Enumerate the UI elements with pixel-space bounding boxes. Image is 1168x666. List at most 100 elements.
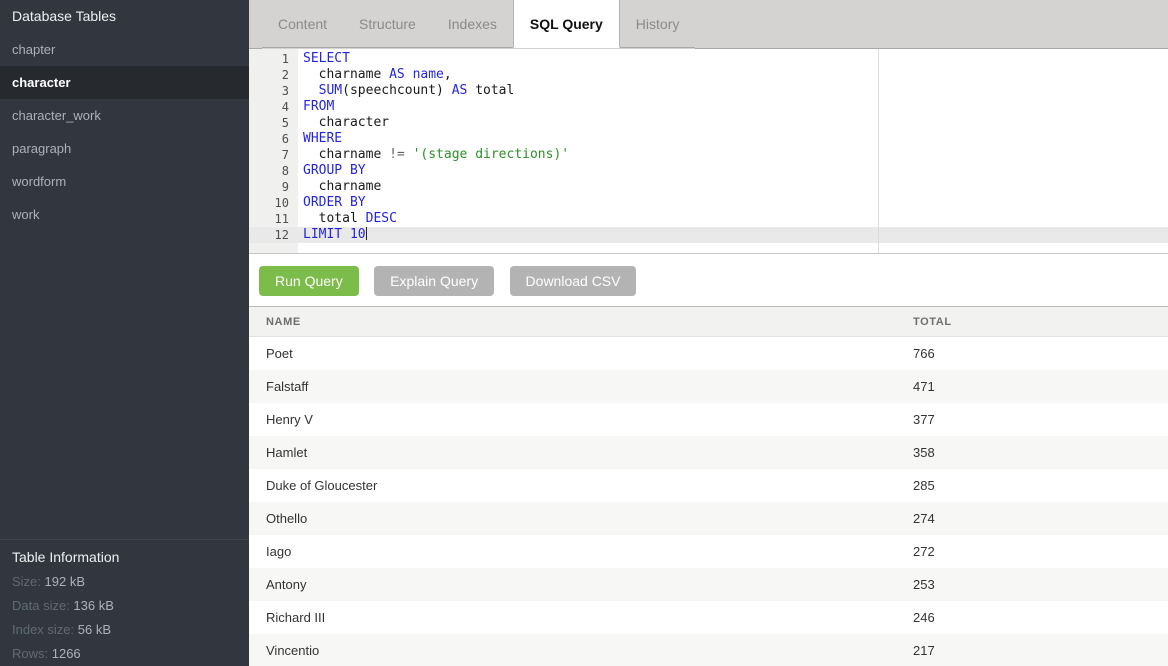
info-label: Index size: [12, 622, 78, 637]
cell-name: Iago [249, 535, 913, 568]
code-line-8: 8GROUP BY [249, 163, 1168, 179]
run-query-button[interactable]: Run Query [259, 266, 359, 296]
results-table-body: Poet766Falstaff471Henry V377Hamlet358Duk… [249, 337, 1168, 666]
tab-sql-query[interactable]: SQL Query [513, 0, 620, 48]
tab-bar: ContentStructureIndexesSQL QueryHistory [249, 0, 1168, 49]
explain-query-button[interactable]: Explain Query [374, 266, 494, 296]
info-label: Rows: [12, 646, 52, 661]
table-row: Duke of Gloucester285 [249, 469, 1168, 502]
code-line-6: 6WHERE [249, 131, 1168, 147]
main-content: ContentStructureIndexesSQL QueryHistory … [249, 0, 1168, 666]
sidebar-item-chapter[interactable]: chapter [0, 33, 249, 66]
info-value: 192 kB [45, 574, 85, 589]
cell-total: 253 [913, 568, 1168, 601]
text-cursor [366, 227, 367, 240]
code-text: character [298, 115, 389, 131]
column-header-name: NAME [249, 307, 913, 337]
cell-total: 217 [913, 634, 1168, 666]
cell-name: Hamlet [249, 436, 913, 469]
line-number: 10 [249, 195, 298, 211]
sidebar-title: Database Tables [0, 0, 249, 33]
line-number: 11 [249, 211, 298, 227]
cell-total: 274 [913, 502, 1168, 535]
line-number: 5 [249, 115, 298, 131]
code-line-7: 7 charname != '(stage directions)' [249, 147, 1168, 163]
table-row: Falstaff471 [249, 370, 1168, 403]
tab-structure[interactable]: Structure [343, 0, 432, 48]
tab-indexes[interactable]: Indexes [432, 0, 513, 48]
code-text: FROM [298, 99, 334, 115]
code-line-2: 2 charname AS name, [249, 67, 1168, 83]
code-line-12: 12LIMIT 10 [249, 227, 1168, 243]
cell-total: 272 [913, 535, 1168, 568]
line-number: 6 [249, 131, 298, 147]
sidebar-item-character_work[interactable]: character_work [0, 99, 249, 132]
tab-history[interactable]: History [620, 0, 696, 48]
code-text: ORDER BY [298, 195, 366, 211]
cell-name: Falstaff [249, 370, 913, 403]
results-header-row: NAMETOTAL [249, 307, 1168, 337]
table-row: Iago272 [249, 535, 1168, 568]
sidebar-item-paragraph[interactable]: paragraph [0, 132, 249, 165]
info-value: 56 kB [78, 622, 111, 637]
line-number: 1 [249, 51, 298, 67]
info-row: Index size: 56 kB [12, 618, 237, 642]
code-line-3: 3 SUM(speechcount) AS total [249, 83, 1168, 99]
cell-name: Antony [249, 568, 913, 601]
cell-name: Vincentio [249, 634, 913, 666]
line-number: 2 [249, 67, 298, 83]
info-row: Size: 192 kB [12, 570, 237, 594]
code-text: SUM(speechcount) AS total [298, 83, 514, 99]
cell-name: Poet [249, 337, 913, 370]
line-number: 12 [249, 227, 298, 243]
info-label: Data size: [12, 598, 73, 613]
info-label: Size: [12, 574, 45, 589]
tab-bar-filler [695, 0, 1168, 49]
table-row: Vincentio217 [249, 634, 1168, 666]
code-text: GROUP BY [298, 163, 366, 179]
editor-divider [878, 49, 879, 253]
code-text: SELECT [298, 51, 350, 67]
code-line-10: 10ORDER BY [249, 195, 1168, 211]
code-line-9: 9 charname [249, 179, 1168, 195]
code-text: charname AS name, [298, 67, 452, 83]
query-actions: Run Query Explain Query Download CSV [249, 254, 1168, 306]
query-results: NAMETOTAL Poet766Falstaff471Henry V377Ha… [249, 306, 1168, 666]
line-number: 3 [249, 83, 298, 99]
code-line-4: 4FROM [249, 99, 1168, 115]
sidebar-item-wordform[interactable]: wordform [0, 165, 249, 198]
code-lines: 1SELECT2 charname AS name,3 SUM(speechco… [249, 49, 1168, 243]
tab-content[interactable]: Content [262, 0, 343, 48]
sql-editor[interactable]: 1SELECT2 charname AS name,3 SUM(speechco… [249, 49, 1168, 254]
app-window: Database Tables chaptercharactercharacte… [0, 0, 1168, 666]
code-text: charname [298, 179, 381, 195]
table-row: Henry V377 [249, 403, 1168, 436]
info-row: Rows: 1266 [12, 642, 237, 666]
code-text: WHERE [298, 131, 342, 147]
column-header-total: TOTAL [913, 307, 1168, 337]
line-number: 4 [249, 99, 298, 115]
info-value: 1266 [52, 646, 81, 661]
table-information-title: Table Information [12, 544, 237, 570]
line-number: 7 [249, 147, 298, 163]
tabs: ContentStructureIndexesSQL QueryHistory [262, 0, 695, 49]
results-table: NAMETOTAL Poet766Falstaff471Henry V377Ha… [249, 306, 1168, 666]
sidebar-item-character[interactable]: character [0, 66, 249, 99]
line-number: 8 [249, 163, 298, 179]
cell-total: 358 [913, 436, 1168, 469]
table-row: Antony253 [249, 568, 1168, 601]
table-row: Othello274 [249, 502, 1168, 535]
download-csv-button[interactable]: Download CSV [510, 266, 637, 296]
sidebar-item-work[interactable]: work [0, 198, 249, 231]
cell-name: Othello [249, 502, 913, 535]
cell-total: 246 [913, 601, 1168, 634]
tab-bar-lead [249, 0, 262, 49]
code-text: total DESC [298, 211, 397, 227]
info-row: Data size: 136 kB [12, 594, 237, 618]
code-text: charname != '(stage directions)' [298, 147, 569, 163]
cell-total: 766 [913, 337, 1168, 370]
cell-name: Duke of Gloucester [249, 469, 913, 502]
results-table-head: NAMETOTAL [249, 307, 1168, 337]
info-value: 136 kB [73, 598, 113, 613]
cell-name: Henry V [249, 403, 913, 436]
